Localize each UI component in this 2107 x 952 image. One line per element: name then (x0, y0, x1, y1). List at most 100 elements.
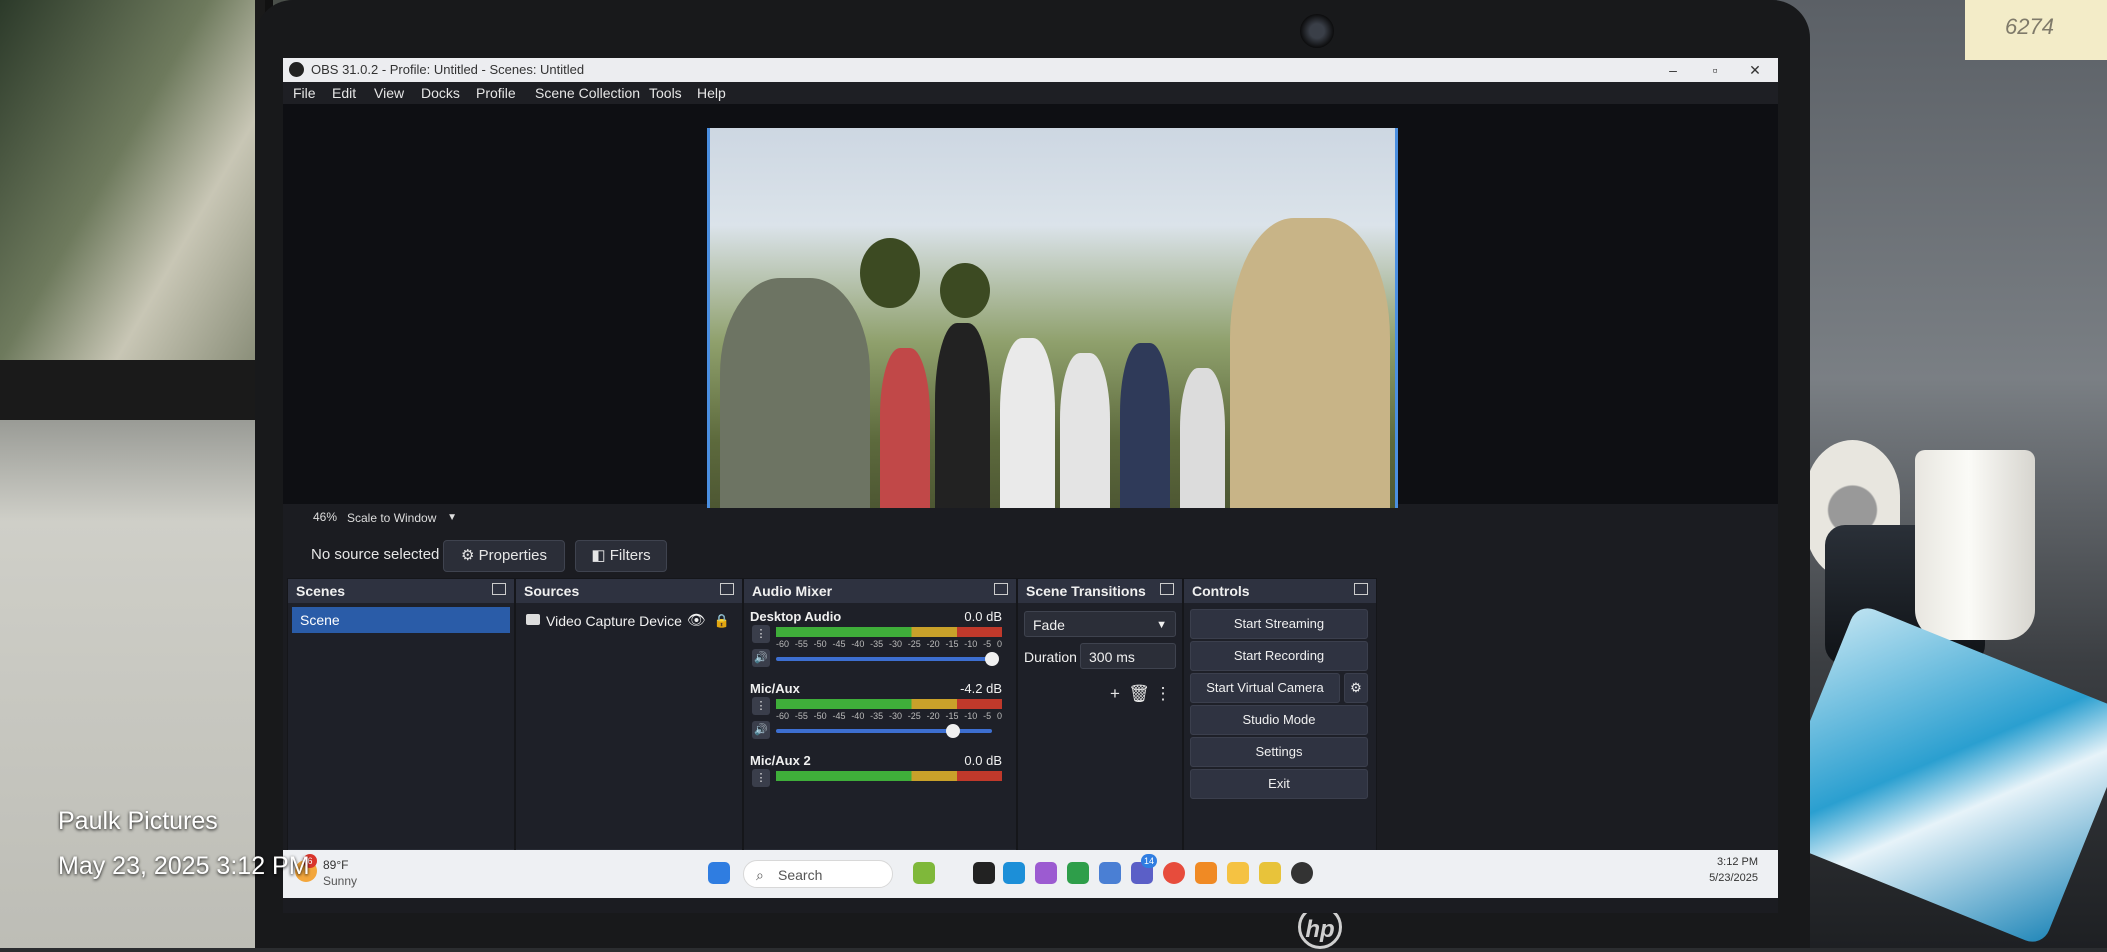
app-icon[interactable] (1067, 862, 1089, 884)
undock-icon[interactable] (1354, 583, 1368, 595)
person-shape (1000, 338, 1055, 518)
transition-toolbar: + 🗑 ⋮ (1018, 679, 1182, 703)
filters-label: Filters (609, 547, 651, 564)
scene-item[interactable]: Scene (292, 607, 510, 633)
channel-menu-icon[interactable]: ⋮ (752, 625, 770, 643)
speaker-icon[interactable]: 🔊 (752, 649, 770, 667)
chrome-icon[interactable] (1163, 862, 1185, 884)
meter-tick-label: -30 (888, 639, 902, 649)
search-placeholder: Search (778, 867, 823, 883)
mixer-channel: Mic/Aux -4.2 dB ⋮ -60 -55 -50 -45 -40 -35 -30 -25-… (750, 681, 1002, 753)
menu-scene-collection[interactable]: Scene Collection (535, 85, 640, 101)
meter-tick-label: -35 (870, 639, 884, 649)
menu-tools[interactable]: Tools (649, 85, 682, 101)
scenes-list[interactable]: Scene (288, 603, 514, 849)
webcam (1300, 14, 1334, 48)
channel-menu-icon[interactable]: ⋮ (752, 769, 770, 787)
virtual-camera-settings-button[interactable]: ⚙ (1344, 673, 1368, 703)
start-icon[interactable] (708, 862, 730, 884)
meter-tick-label: -15 (945, 639, 959, 649)
app-icon[interactable] (1099, 862, 1121, 884)
exit-button[interactable]: Exit (1190, 769, 1368, 799)
external-monitor-screen (0, 0, 255, 360)
teams-badge: 14 (1141, 854, 1157, 868)
speaker-icon[interactable]: 🔊 (752, 721, 770, 739)
watermark-line1: Paulk Pictures (58, 807, 218, 835)
start-virtual-camera-button[interactable]: Start Virtual Camera (1190, 673, 1340, 703)
menu-view[interactable]: View (374, 85, 404, 101)
add-icon[interactable]: + (1104, 684, 1126, 704)
undock-icon[interactable] (720, 583, 734, 595)
minimize-button[interactable]: – (1654, 58, 1692, 82)
transition-selected-label: Fade (1033, 617, 1065, 633)
window-titlebar: OBS 31.0.2 - Profile: Untitled - Scenes:… (283, 58, 1778, 82)
controls-title: Controls (1192, 583, 1250, 599)
app-icon[interactable] (1035, 862, 1057, 884)
tree-shape (860, 238, 920, 308)
edge-icon[interactable] (1003, 862, 1025, 884)
menu-file[interactable]: File (293, 85, 316, 101)
properties-button[interactable]: ⚙ Properties (443, 540, 565, 572)
chameleon-icon[interactable] (913, 862, 935, 884)
meter-tick-label: -45 (832, 711, 846, 721)
studio-mode-button[interactable]: Studio Mode (1190, 705, 1368, 735)
start-streaming-button[interactable]: Start Streaming (1190, 609, 1368, 639)
menu-edit[interactable]: Edit (332, 85, 356, 101)
volume-meter (776, 699, 1002, 709)
close-button[interactable]: ✕ (1736, 58, 1774, 82)
vlc-icon[interactable] (1195, 862, 1217, 884)
trash-icon[interactable]: 🗑 (1128, 684, 1150, 704)
menu-bar: File Edit View Docks Profile Scene Colle… (283, 82, 1778, 104)
undock-icon[interactable] (492, 583, 506, 595)
duration-input[interactable]: 300 ms (1080, 643, 1176, 669)
maximize-button[interactable]: ▫ (1696, 58, 1734, 82)
filters-button[interactable]: ◧ Filters (575, 540, 667, 572)
channel-name: Mic/Aux 2 (750, 753, 811, 768)
volume-meter (776, 627, 1002, 637)
meter-tick-label: -20 (926, 711, 940, 721)
file-explorer-icon[interactable] (1227, 862, 1249, 884)
meter-tick-label: -50 (813, 711, 827, 721)
undock-icon[interactable] (1160, 583, 1174, 595)
taskbar-search[interactable]: ⌕ Search (743, 860, 893, 888)
meter-tick-label: -40 (851, 639, 865, 649)
weather-temp: 89°F (323, 858, 349, 872)
menu-help[interactable]: Help (697, 85, 726, 101)
person-shape (880, 348, 930, 518)
volume-slider-knob[interactable] (985, 652, 999, 666)
properties-label: Properties (478, 547, 547, 564)
tray-time[interactable]: 3:12 PM (1717, 856, 1758, 868)
chevron-down-icon: ▼ (1156, 619, 1167, 631)
volume-slider[interactable] (776, 657, 992, 661)
video-preview[interactable] (707, 128, 1398, 518)
person-shape (1230, 218, 1390, 518)
sources-list[interactable]: Video Capture Device 👁 🔒 (516, 603, 742, 849)
settings-button[interactable]: Settings (1190, 737, 1368, 767)
gear-icon: ⚙ (1350, 680, 1362, 695)
scene-transitions-dock: Scene Transitions Fade ▼ Duration 300 ms… (1017, 578, 1183, 880)
meter-tick-label: -25 (907, 639, 921, 649)
meter-tick-label: -35 (870, 711, 884, 721)
menu-profile[interactable]: Profile (476, 85, 516, 101)
obs-icon[interactable] (1291, 862, 1313, 884)
start-recording-button[interactable]: Start Recording (1190, 641, 1368, 671)
menu-docks[interactable]: Docks (421, 85, 460, 101)
sources-dock-header: Sources (516, 579, 742, 603)
tray-date[interactable]: 5/23/2025 (1709, 872, 1758, 884)
channel-menu-icon[interactable]: ⋮ (752, 697, 770, 715)
app-icon[interactable] (1259, 862, 1281, 884)
undock-icon[interactable] (994, 583, 1008, 595)
scenes-title: Scenes (296, 583, 346, 599)
transition-select[interactable]: Fade ▼ (1024, 611, 1176, 637)
scale-mode-label: Scale to Window (347, 511, 437, 525)
meter-tick-label: -10 (964, 639, 978, 649)
more-icon[interactable]: ⋮ (1152, 684, 1174, 704)
eye-icon[interactable]: 👁 (687, 609, 706, 633)
meter-tick-label: -10 (964, 711, 978, 721)
volume-slider-knob[interactable] (946, 724, 961, 738)
lock-icon[interactable]: 🔒 (714, 609, 730, 633)
task-view-icon[interactable] (973, 862, 995, 884)
source-item[interactable]: Video Capture Device 👁 🔒 (522, 609, 736, 633)
scenes-dock: Scenes Scene + 🗑 ◧ ∧ ∨ (287, 578, 515, 880)
scale-mode-select[interactable]: Scale to Window ▼ (347, 508, 457, 528)
